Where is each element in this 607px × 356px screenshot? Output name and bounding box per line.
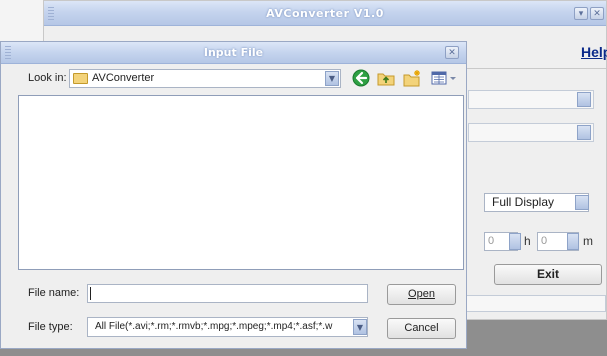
file-list[interactable] [18,95,464,270]
file-type-value: All File(*.avi;*.rm;*.rmvb;*.mpg;*.mpeg;… [95,321,333,332]
up-folder-icon [377,73,395,86]
minutes-unit: m [583,234,593,248]
browse-output-icon[interactable] [577,125,591,140]
text-caret [90,287,91,300]
look-in-value: AVConverter [92,72,155,84]
output-path-field[interactable] [468,123,594,142]
file-name-label: File name: [28,287,80,299]
main-window-title: AVConverter V1.0 [266,7,384,20]
view-menu-button[interactable] [429,67,459,87]
folder-icon [73,73,88,84]
view-menu-icon [431,71,456,85]
look-in-select[interactable]: AVConverter ▼ [69,69,341,88]
hours-unit: h [524,234,531,248]
main-title-bar[interactable]: AVConverter V1.0 ▾ ✕ [44,1,606,26]
look-in-label: Look in: [28,72,67,84]
input-path-field[interactable] [468,90,594,109]
status-field [466,295,606,312]
help-link[interactable]: Help [581,44,607,60]
minutes-spin-icon[interactable] [567,233,579,250]
back-button[interactable] [350,67,370,87]
close-icon[interactable]: ✕ [445,46,459,59]
chevron-down-icon[interactable] [575,195,589,210]
dialog-title: Input File [203,46,264,59]
close-icon[interactable]: ✕ [590,7,604,20]
divider [466,68,606,69]
exit-button[interactable]: Exit [494,264,602,285]
browse-input-icon[interactable] [577,92,591,107]
input-file-dialog: Input File ✕ Look in: AVConverter ▼ File… [0,41,467,349]
display-mode-value: Full Display [492,195,555,209]
dialog-title-bar[interactable]: Input File ✕ [1,42,466,64]
hours-spin-icon[interactable] [509,233,521,250]
open-label: Open [408,288,435,300]
file-type-select[interactable]: All File(*.avi;*.rm;*.rmvb;*.mpg;*.mpeg;… [87,317,368,337]
file-type-label: File type: [28,321,73,333]
chevron-down-icon[interactable]: ▼ [353,319,367,335]
back-icon [352,69,370,87]
file-name-input[interactable] [87,284,368,303]
chevron-down-icon[interactable]: ▼ [325,71,339,86]
minimize-icon[interactable]: ▾ [574,7,588,20]
open-button[interactable]: Open [387,284,456,305]
new-folder-icon [403,70,420,87]
cancel-button[interactable]: Cancel [387,318,456,339]
up-folder-button[interactable] [375,67,395,87]
new-folder-button[interactable] [401,67,421,87]
